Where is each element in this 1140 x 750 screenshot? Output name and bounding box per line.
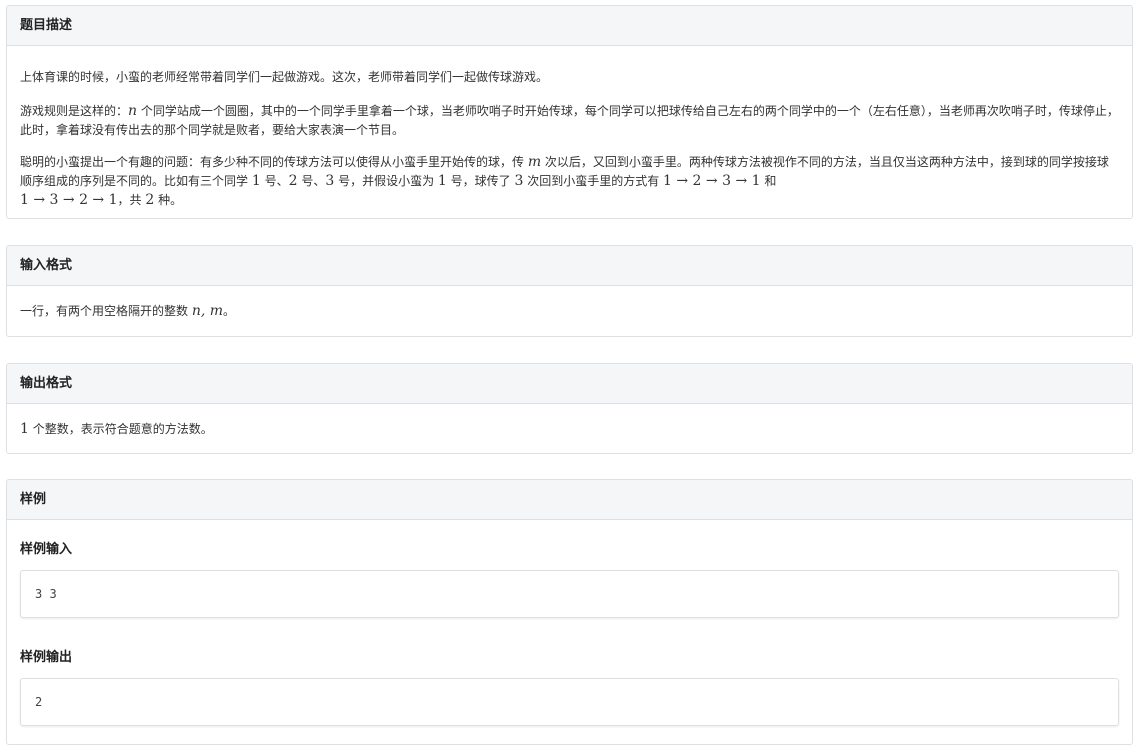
math-var-m: m bbox=[527, 154, 542, 170]
description-p3-text-d: 号、 bbox=[297, 174, 326, 188]
sample-input-box[interactable]: 3 3 bbox=[20, 570, 1119, 618]
output-format-text-main: 个整数，表示符合题意的方法数。 bbox=[28, 422, 213, 436]
description-header: 题目描述 bbox=[7, 6, 1132, 46]
math-num-output: 1 bbox=[20, 421, 29, 437]
sample-input-title: 样例输入 bbox=[20, 542, 73, 557]
description-p3-text-c: 号、 bbox=[260, 174, 289, 188]
input-format-card: 输入格式 一行，有两个用空格隔开的整数 n, m。 bbox=[6, 245, 1133, 337]
description-paragraph-2: 游戏规则是这样的：n 个同学站成一个圆圈，其中的一个同学手里拿着一个球，当老师吹… bbox=[20, 102, 1119, 140]
samples-header: 样例 bbox=[7, 480, 1132, 520]
description-card: 题目描述 上体育课的时候，小蛮的老师经常带着同学们一起做游戏。这次，老师带着同学… bbox=[6, 5, 1133, 219]
description-p3-text-g: 次回到小蛮手里的方式有 bbox=[523, 174, 664, 188]
output-format-card: 输出格式 1 个整数，表示符合题意的方法数。 bbox=[6, 363, 1133, 454]
output-format-body: 1 个整数，表示符合题意的方法数。 bbox=[7, 420, 1132, 439]
sample-output-title: 样例输出 bbox=[20, 650, 73, 665]
math-var-n: n bbox=[128, 103, 138, 119]
math-sequence-2: 1 → 3 → 2 → 1 bbox=[20, 192, 118, 208]
math-num-2b: 2 bbox=[145, 192, 155, 208]
description-p3-text-f: 号，球传了 bbox=[446, 174, 515, 188]
description-paragraph-3: 聪明的小蛮提出一个有趣的问题：有多少种不同的传球方法可以使得从小蛮手里开始传的球… bbox=[20, 153, 1119, 210]
math-vars-nm: n, m bbox=[191, 303, 224, 319]
math-num-1b: 1 bbox=[437, 173, 447, 189]
output-format-text: 1 个整数，表示符合题意的方法数。 bbox=[20, 420, 1119, 439]
input-format-body: 一行，有两个用空格隔开的整数 n, m。 bbox=[7, 302, 1132, 321]
description-body: 上体育课的时候，小蛮的老师经常带着同学们一起做游戏。这次，老师带着同学们一起做传… bbox=[7, 68, 1132, 210]
description-p2-text-a: 游戏规则是这样的： bbox=[20, 104, 129, 118]
description-p3-text-i: ，共 bbox=[117, 193, 146, 207]
description-p3-text-j: 种。 bbox=[154, 193, 183, 207]
math-num-1: 1 bbox=[251, 173, 261, 189]
samples-card: 样例 样例输入 3 3 样例输出 2 bbox=[6, 479, 1133, 745]
math-num-3: 3 bbox=[325, 173, 335, 189]
description-p2-text-b: 个同学站成一个圆圈，其中的一个同学手里拿着一个球，当老师吹哨子时开始传球，每个同… bbox=[20, 104, 1119, 137]
input-format-text-a: 一行，有两个用空格隔开的整数 bbox=[20, 304, 192, 318]
description-p1-text: 上体育课的时候，小蛮的老师经常带着同学们一起做游戏。这次，老师带着同学们一起做传… bbox=[20, 70, 549, 84]
output-format-header: 输出格式 bbox=[7, 364, 1132, 404]
description-paragraph-1: 上体育课的时候，小蛮的老师经常带着同学们一起做游戏。这次，老师带着同学们一起做传… bbox=[20, 68, 1119, 87]
input-format-text: 一行，有两个用空格隔开的整数 n, m。 bbox=[20, 302, 1119, 321]
input-format-text-b: 。 bbox=[223, 304, 236, 318]
description-p3-text-e: 号，并假设小蛮为 bbox=[334, 174, 438, 188]
math-num-2: 2 bbox=[288, 173, 298, 189]
input-format-header: 输入格式 bbox=[7, 246, 1132, 286]
sample-output-box[interactable]: 2 bbox=[20, 678, 1119, 726]
math-sequence-1: 1 → 2 → 3 → 1 bbox=[663, 173, 761, 189]
description-p3-text-a: 聪明的小蛮提出一个有趣的问题：有多少种不同的传球方法可以使得从小蛮手里开始传的球… bbox=[20, 155, 528, 169]
description-p3-text-h: 和 bbox=[760, 174, 777, 188]
